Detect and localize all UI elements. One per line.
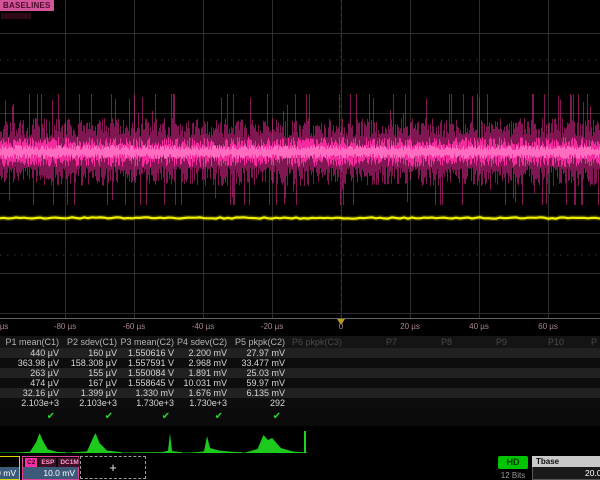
histicon-4: [192, 431, 242, 453]
c1-scale-value: 10.0 mV: [0, 467, 19, 479]
table-cell: 1.676 mV: [177, 388, 230, 398]
table-cell: 10.031 mV: [177, 378, 230, 388]
measurement-status-row: ✔✔✔✔✔: [0, 408, 600, 426]
status-check-icon: ✔: [120, 411, 177, 423]
table-cell: 2.103e+3: [62, 398, 120, 408]
status-check-icon: ✔: [230, 411, 288, 423]
table-cell: 1.730e+3: [120, 398, 177, 408]
measurement-table-body: 440 µV160 µV1.550616 V2.200 mV27.97 mV36…: [0, 348, 600, 408]
table-cell: 1.891 mV: [177, 368, 230, 378]
table-cell: 2.103e+3: [0, 398, 62, 408]
table-cell: 1.557591 V: [120, 358, 177, 368]
param-header-11[interactable]: P: [567, 337, 600, 347]
table-cell: 160 µV: [62, 348, 120, 358]
table-cell: 1.550084 V: [120, 368, 177, 378]
param-header-8[interactable]: P8: [400, 337, 455, 347]
param-header-6[interactable]: P6 pkpk(C3): [288, 337, 345, 347]
histicon-3: [132, 431, 182, 453]
table-cell: 474 µV: [0, 378, 62, 388]
add-trace-button[interactable]: +: [80, 456, 146, 479]
time-axis-label: -100 µs: [0, 322, 8, 331]
trace-label-secondary: [1, 13, 31, 19]
param-header-1[interactable]: P1 mean(C1): [0, 337, 62, 347]
channel-bar: C1 DC1M 10.0 mV C2 ESP DC1M 10.0 mV + HD…: [0, 456, 600, 480]
time-axis-label: -20 µs: [261, 322, 283, 331]
time-axis-label: 0: [339, 322, 343, 331]
table-row: 440 µV160 µV1.550616 V2.200 mV27.97 mV: [0, 348, 600, 358]
waveform-grid: BASELINES: [0, 0, 600, 318]
param-header-5[interactable]: P5 pkpk(C2): [230, 337, 288, 347]
param-header-10[interactable]: P10: [510, 337, 567, 347]
time-axis-label: -40 µs: [192, 322, 214, 331]
table-row: 2.103e+32.103e+31.730e+31.730e+3292: [0, 398, 600, 408]
table-cell: 155 µV: [62, 368, 120, 378]
table-cell: 6.135 mV: [230, 388, 288, 398]
time-axis-label: 20 µs: [400, 322, 420, 331]
table-cell: 2.968 mV: [177, 358, 230, 368]
time-axis-label: -60 µs: [123, 322, 145, 331]
param-header-9[interactable]: P9: [455, 337, 510, 347]
time-axis-label: 60 µs: [538, 322, 558, 331]
oscilloscope-screen: BASELINES -100 µs -80 µs -60 µs -40 µs -20 µ…: [0, 0, 600, 480]
timebase-title: Tbase: [532, 456, 600, 467]
table-cell: 33.477 mV: [230, 358, 288, 368]
measurement-table-header: P1 mean(C1)P2 sdev(C1)P3 mean(C2)P4 sdev…: [0, 336, 600, 348]
time-axis: -100 µs -80 µs -60 µs -40 µs -20 µs 0 20 µs 40 …: [0, 318, 600, 337]
table-cell: 59.97 mV: [230, 378, 288, 388]
param-header-4[interactable]: P4 sdev(C2): [177, 337, 230, 347]
time-axis-label: 40 µs: [469, 322, 489, 331]
channel-c1-descriptor[interactable]: C1 DC1M 10.0 mV: [0, 456, 20, 480]
channel-c2-descriptor[interactable]: C2 ESP DC1M 10.0 mV: [22, 456, 79, 480]
table-cell: 27.97 mV: [230, 348, 288, 358]
c2-coupling-badge: DC1M: [58, 458, 80, 467]
table-cell: 1.558645 V: [120, 378, 177, 388]
histicon-strip: [0, 426, 600, 456]
table-cell: 1.730e+3: [177, 398, 230, 408]
histicon-2: [72, 431, 122, 453]
table-cell: 32.16 µV: [0, 388, 62, 398]
status-check-icon: ✔: [177, 411, 230, 423]
table-row: 263 µV155 µV1.550084 V1.891 mV25.03 mV: [0, 368, 600, 378]
timebase-value: 20.0 µs: [532, 467, 600, 480]
time-axis-label: -80 µs: [54, 322, 76, 331]
trace-label: BASELINES: [0, 0, 54, 11]
table-cell: 167 µV: [62, 378, 120, 388]
table-cell: 1.550616 V: [120, 348, 177, 358]
table-cell: 158.308 µV: [62, 358, 120, 368]
table-cell: 2.200 mV: [177, 348, 230, 358]
c2-scale-value: 10.0 mV: [23, 467, 78, 479]
table-cell: 292: [230, 398, 288, 408]
table-row: 32.16 µV1.399 µV1.330 mV1.676 mV6.135 mV: [0, 388, 600, 398]
hd-bits-label: 12 Bits: [494, 471, 532, 480]
table-cell: 263 µV: [0, 368, 62, 378]
param-header-3[interactable]: P3 mean(C2): [120, 337, 177, 347]
status-check-icon: ✔: [0, 411, 62, 423]
table-cell: 440 µV: [0, 348, 62, 358]
table-cell: 363.98 µV: [0, 358, 62, 368]
table-cell: 1.399 µV: [62, 388, 120, 398]
waveform-display: [0, 0, 600, 318]
param-header-7[interactable]: P7: [345, 337, 400, 347]
table-cell: 25.03 mV: [230, 368, 288, 378]
c2-esp-badge: ESP: [39, 458, 56, 467]
histicon-marker: [304, 431, 306, 453]
timebase-descriptor[interactable]: Tbase 20.0 µs: [532, 456, 600, 480]
table-row: 363.98 µV158.308 µV1.557591 V2.968 mV33.…: [0, 358, 600, 368]
histicon-5: [246, 431, 304, 453]
table-row: 474 µV167 µV1.558645 V10.031 mV59.97 mV: [0, 378, 600, 388]
param-header-2[interactable]: P2 sdev(C1): [62, 337, 120, 347]
histicon-1: [18, 431, 66, 453]
hd-mode-badge[interactable]: HD: [498, 456, 528, 469]
status-check-icon: ✔: [62, 411, 120, 423]
c2-label-badge: C2: [25, 458, 37, 467]
table-cell: 1.330 mV: [120, 388, 177, 398]
measurement-table: P1 mean(C1)P2 sdev(C1)P3 mean(C2)P4 sdev…: [0, 336, 600, 426]
